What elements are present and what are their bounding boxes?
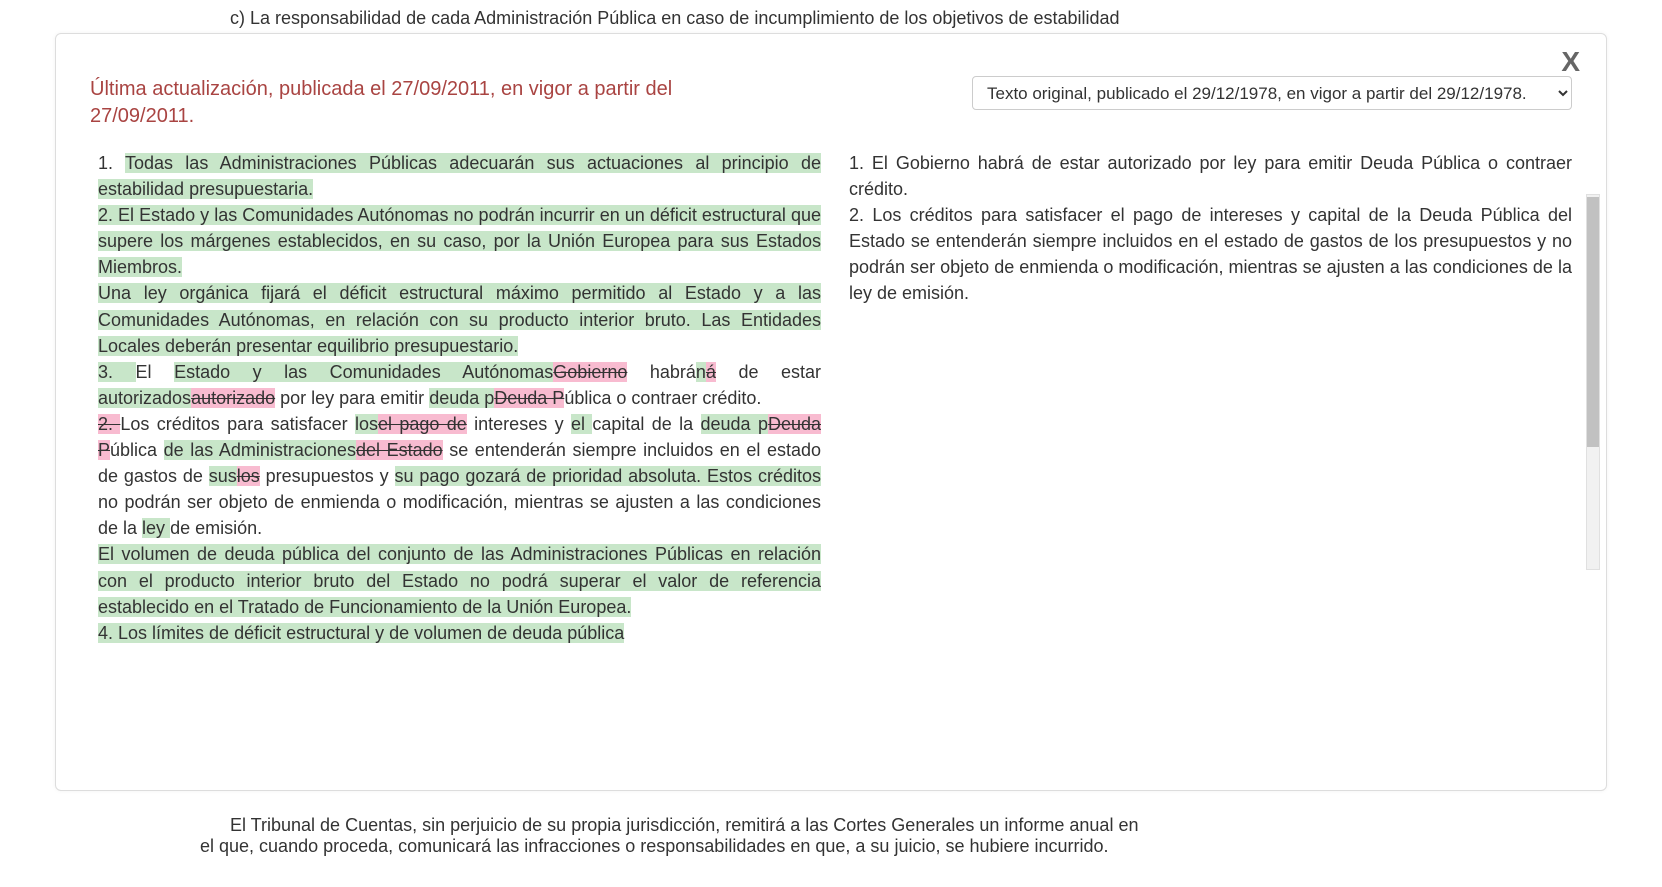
modal-body: 1. Todas las Administraciones Públicas a…	[56, 142, 1606, 672]
added-text: 4. Los límites de déficit estructural y …	[98, 623, 624, 643]
removed-text: del Estado	[356, 440, 443, 460]
removed-text: autorizado	[191, 388, 275, 408]
unchanged-text: de emisión.	[170, 518, 262, 538]
added-text: El volumen de deuda pública del conjunto…	[98, 544, 821, 616]
added-text: Todas las Administraciones Públicas adec…	[98, 153, 821, 199]
right-original-panel: 1. El Gobierno habrá de estar autorizado…	[841, 142, 1572, 672]
removed-text: Gobierno	[553, 362, 627, 382]
removed-text: á	[706, 362, 716, 382]
close-button[interactable]: X	[1561, 48, 1580, 76]
unchanged-text: intereses y	[467, 414, 571, 434]
added-text: deuda p	[429, 388, 494, 408]
right-paragraph: 2. Los créditos para satisfacer el pago …	[849, 202, 1572, 306]
added-text: su pago gozará de prioridad absoluta. Es…	[395, 466, 821, 486]
background-top-fragment: c) La responsabilidad de cada Administra…	[0, 0, 1662, 37]
added-text: el	[571, 414, 592, 434]
unchanged-text: ública	[110, 440, 164, 460]
unchanged-text: por ley para emitir	[275, 388, 429, 408]
added-text: 2. El Estado y las Comunidades Autónomas…	[98, 205, 821, 277]
unchanged-text: presupuestos y	[260, 466, 395, 486]
unchanged-text: de estar	[716, 362, 821, 382]
left-diff-panel: 1. Todas las Administraciones Públicas a…	[90, 142, 821, 672]
added-text: ley	[142, 518, 170, 538]
scrollbar[interactable]	[1586, 194, 1600, 570]
unchanged-text: Los créditos para satisfacer	[120, 414, 355, 434]
added-text: de las Administraciones	[164, 440, 356, 460]
added-text: los	[355, 414, 378, 434]
unchanged-text: ública o contraer crédito.	[564, 388, 761, 408]
unchanged-text: habrá	[627, 362, 696, 382]
bottom-line-2: el que, cuando proceda, comunicará las i…	[200, 836, 1462, 857]
bottom-line-1: El Tribunal de Cuentas, sin perjuicio de…	[200, 815, 1462, 836]
modal-header: Última actualización, publicada el 27/09…	[56, 52, 1606, 142]
unchanged-text: El	[136, 362, 175, 382]
comparison-modal: X Última actualización, publicada el 27/…	[55, 33, 1607, 791]
added-text: n	[696, 362, 706, 382]
scroll-thumb[interactable]	[1587, 197, 1599, 447]
added-text: 3.	[98, 362, 136, 382]
unchanged-text: 1.	[98, 153, 125, 173]
removed-text: Deuda P	[494, 388, 564, 408]
removed-text: 2.	[98, 414, 120, 434]
removed-text: los	[237, 466, 260, 486]
added-text: deuda p	[701, 414, 768, 434]
added-text: sus	[209, 466, 237, 486]
right-version-select[interactable]: Texto original, publicado el 29/12/1978,…	[972, 76, 1572, 110]
background-bottom-fragment: El Tribunal de Cuentas, sin perjuicio de…	[0, 815, 1662, 857]
left-version-title: Última actualización, publicada el 27/09…	[90, 76, 730, 130]
unchanged-text: capital de la	[592, 414, 700, 434]
added-text: Estado y las Comunidades Autónomas	[174, 362, 553, 382]
added-text: autorizados	[98, 388, 191, 408]
added-text: Una ley orgánica fijará el déficit estru…	[98, 283, 821, 355]
removed-text: el pago de	[378, 414, 467, 434]
right-paragraph: 1. El Gobierno habrá de estar autorizado…	[849, 150, 1572, 202]
